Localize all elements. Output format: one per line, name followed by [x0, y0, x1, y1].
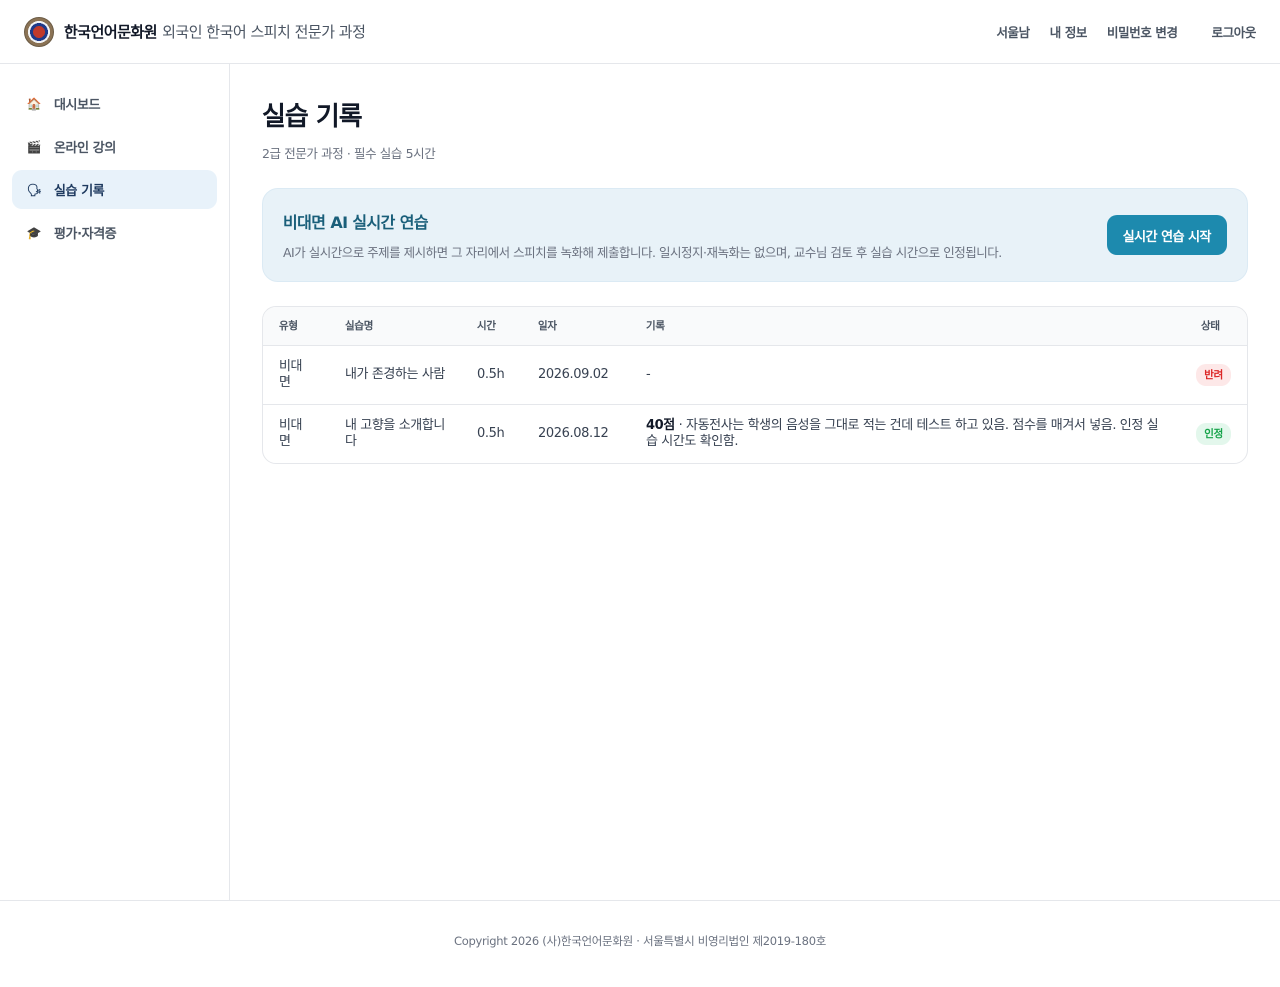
ai-practice-banner: 비대면 AI 실시간 연습 AI가 실시간으로 주제를 제시하면 그 자리에서 …: [262, 188, 1248, 282]
status-badge: 반려: [1196, 363, 1231, 386]
logo-emblem-icon: [24, 16, 54, 47]
footer: Copyright 2026 (사)한국언어문화원 · 서울특별시 비영리법인 …: [0, 900, 1280, 987]
copyright-text: Copyright 2026 (사)한국언어문화원 · 서울특별시 비영리법인 …: [454, 934, 826, 948]
brand[interactable]: 한국언어문화원 외국인 한국어 스피치 전문가 과정: [24, 16, 366, 47]
top-nav: 서울남 내 정보 비밀번호 변경 로그아웃: [976, 22, 1256, 41]
cell-name: 내 고향을 소개합니다: [345, 417, 445, 449]
cell-date: 2026.08.12: [538, 425, 609, 441]
change-password-link[interactable]: 비밀번호 변경: [1107, 22, 1178, 41]
main-content: 실습 기록 2급 전문가 과정 · 필수 실습 5시간 비대면 AI 실시간 연…: [262, 64, 1248, 464]
column-header-type: 유형: [263, 307, 329, 346]
brand-name: 한국언어문화원: [64, 23, 158, 41]
user-name-link[interactable]: 서울남: [996, 22, 1030, 41]
column-header-name: 실습명: [329, 307, 461, 346]
sidebar-item-online-lectures[interactable]: 🎬 온라인 강의: [12, 127, 217, 166]
cell-hours: 0.5h: [461, 345, 522, 405]
page-title: 실습 기록: [262, 102, 363, 132]
brand-subtitle: 외국인 한국어 스피치 전문가 과정: [162, 23, 366, 41]
column-header-date: 일자: [522, 307, 630, 346]
cell-hours: 0.5h: [477, 425, 505, 441]
sidebar-item-label: 온라인 강의: [54, 141, 116, 156]
sidebar-item-dashboard[interactable]: 🏠 대시보드: [12, 84, 217, 123]
logout-link[interactable]: 로그아웃: [1212, 22, 1257, 41]
cell-record: 40점 · 자동전사는 학생의 음성을 그대로 적는 건데 테스트 하고 있음.…: [630, 404, 1175, 463]
cell-record: -: [630, 345, 1175, 405]
cell-status: 반려: [1175, 345, 1247, 405]
column-header-record: 기록: [630, 307, 1175, 346]
cell-name: 내가 존경하는 사람: [329, 345, 461, 405]
start-live-practice-button[interactable]: 실시간 연습 시작: [1106, 215, 1227, 255]
page-subtitle: 2급 전문가 과정 · 필수 실습 5시간: [262, 146, 436, 161]
cell-status: 인정: [1175, 404, 1247, 463]
cell-type: 비대면: [263, 345, 329, 405]
table-row[interactable]: 비대면 내 고향을 소개합니다 0.5h 2026.08.12 40점 · 자동…: [263, 404, 1247, 463]
banner-text: 비대면 AI 실시간 연습 AI가 실시간으로 주제를 제시하면 그 자리에서 …: [283, 209, 1002, 261]
practice-records-table: 유형 실습명 시간 일자 기록 상태 비대면 내가 존경하는 사람 0.5h 2…: [262, 306, 1248, 464]
sidebar-item-label: 대시보드: [54, 98, 101, 113]
banner-title: 비대면 AI 실시간 연습: [283, 213, 429, 232]
sidebar-item-practice-records[interactable]: 🗣 실습 기록: [12, 170, 217, 209]
my-info-link[interactable]: 내 정보: [1050, 22, 1088, 41]
top-header: 한국언어문화원 외국인 한국어 스피치 전문가 과정 서울남 내 정보 비밀번호…: [0, 0, 1280, 64]
home-icon: 🏠: [26, 96, 42, 111]
clapperboard-icon: 🎬: [26, 139, 42, 154]
sidebar: 🏠 대시보드 🎬 온라인 강의 🗣 실습 기록 🎓 평가·자격증: [0, 64, 230, 900]
graduation-cap-icon: 🎓: [26, 225, 42, 240]
column-header-status: 상태: [1175, 307, 1247, 346]
score-value: 40점: [646, 417, 675, 433]
column-header-hours: 시간: [461, 307, 522, 346]
record-text: -: [646, 366, 651, 382]
cell-date: 2026.09.02: [522, 345, 630, 405]
sidebar-item-label: 실습 기록: [54, 184, 105, 199]
table-row[interactable]: 비대면 내가 존경하는 사람 0.5h 2026.09.02 - 반려: [263, 345, 1247, 405]
banner-description: AI가 실시간으로 주제를 제시하면 그 자리에서 스피치를 녹화해 제출합니다…: [283, 245, 1002, 260]
sidebar-item-evaluation-certificate[interactable]: 🎓 평가·자격증: [12, 213, 217, 252]
record-text: · 자동전사는 학생의 음성을 그대로 적는 건데 테스트 하고 있음. 점수를…: [646, 417, 1159, 449]
table-header-row: 유형 실습명 시간 일자 기록 상태: [263, 307, 1247, 346]
cell-type: 비대면: [279, 417, 303, 449]
speaking-head-icon: 🗣: [26, 182, 42, 197]
sidebar-item-label: 평가·자격증: [54, 227, 117, 242]
status-badge: 인정: [1196, 422, 1231, 445]
